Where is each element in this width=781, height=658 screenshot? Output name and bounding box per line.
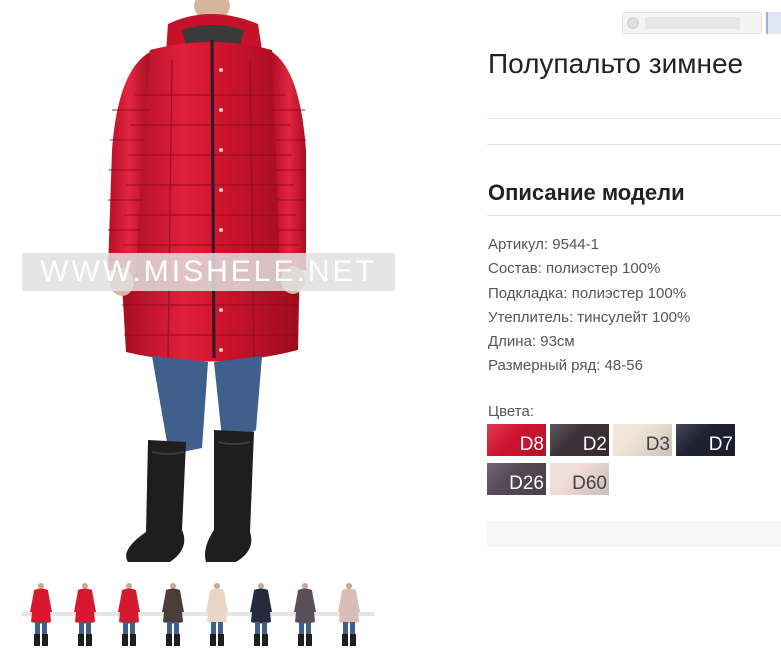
thumbnail-strip — [22, 582, 374, 650]
thumbnail-1[interactable] — [22, 582, 66, 650]
coat-thumbnail-icon — [286, 583, 330, 646]
spec-lining: Подкладка: полиэстер 100% — [488, 284, 687, 302]
share-counter — [645, 17, 740, 29]
watermark: WWW.MISHELE.NET — [22, 253, 395, 291]
color-swatch-d3[interactable]: D3 — [613, 424, 672, 456]
main-product-image[interactable]: WWW.MISHELE.NET — [0, 0, 420, 570]
color-swatch-d26[interactable]: D26 — [487, 463, 546, 495]
coat-thumbnail-icon — [242, 583, 286, 646]
thumbnail-3[interactable] — [110, 582, 154, 650]
description-heading: Описание модели — [488, 180, 685, 205]
thumbnail-4[interactable] — [154, 582, 198, 650]
color-swatch-d7[interactable]: D7 — [676, 424, 735, 456]
coat-thumbnail-icon — [22, 583, 66, 646]
coat-thumbnail-icon — [198, 583, 242, 646]
swatch-code: D26 — [509, 473, 544, 494]
thumbnail-8[interactable] — [330, 582, 374, 650]
swatch-code: D7 — [708, 434, 733, 455]
swatch-code: D3 — [645, 434, 670, 455]
colors-label: Цвета: — [488, 403, 534, 420]
spec-insulation: Утеплитель: тинсулейт 100% — [488, 308, 691, 326]
color-swatch-d60[interactable]: D60 — [550, 463, 609, 495]
spec-length: Длина: 93см — [488, 333, 575, 351]
swatch-code: D8 — [519, 434, 544, 455]
thumbnail-7[interactable] — [286, 582, 330, 650]
swatch-code: D60 — [572, 473, 607, 494]
coat-thumbnail-icon — [330, 583, 374, 646]
spec-size-range: Размерный ряд: 48-56 — [488, 357, 643, 375]
coat-thumbnail-icon — [154, 583, 198, 646]
product-title: Полупальто зимнее — [488, 48, 744, 79]
spec-composition: Состав: полиэстер 100% — [488, 260, 661, 278]
thumbnail-5[interactable] — [198, 582, 242, 650]
coat-thumbnail-icon — [110, 583, 154, 646]
spec-article: Артикул: 9544-1 — [488, 236, 599, 253]
divider — [487, 215, 781, 216]
bottom-panel — [487, 521, 781, 547]
divider — [487, 118, 781, 119]
google-plus-icon[interactable] — [627, 17, 639, 29]
social-share-icon[interactable] — [766, 12, 781, 34]
thumbnail-2[interactable] — [66, 582, 110, 650]
spec-list: Артикул: 9544-1 Состав: полиэстер 100% П… — [488, 233, 690, 379]
color-swatch-d8[interactable]: D8 — [487, 424, 546, 456]
swatch-code: D2 — [582, 434, 607, 455]
coat-thumbnail-icon — [66, 583, 110, 646]
color-swatch-d2[interactable]: D2 — [550, 424, 609, 456]
share-widget[interactable] — [622, 12, 762, 34]
thumbnail-6[interactable] — [242, 582, 286, 650]
divider — [487, 144, 781, 145]
